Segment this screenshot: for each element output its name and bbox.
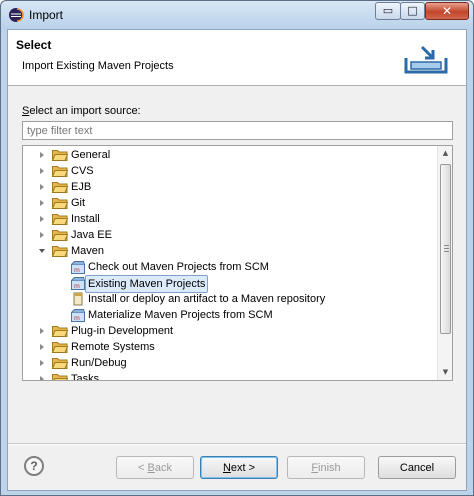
window-title: Import [29,8,64,22]
tree-folder-item[interactable]: CVS [23,163,439,179]
collapsed-arrow-icon[interactable] [40,152,44,158]
folder-icon [52,230,68,241]
page-description: Import Existing Maven Projects [22,60,174,72]
svg-text:m: m [74,315,80,322]
back-button-prefix: < [138,461,148,474]
scroll-down-arrow-icon[interactable]: ▼ [438,365,452,380]
next-button-mnemonic: N [222,461,231,474]
tree-item-label: Install or deploy an artifact to a Maven… [88,293,326,305]
tree-folder-item[interactable]: Maven [23,243,439,259]
back-button-mnemonic: B [147,461,155,474]
svg-text:m: m [74,283,80,290]
svg-text:m: m [74,267,80,274]
tree-folder-item[interactable]: Run/Debug [23,355,439,371]
maven-project-icon: m [71,277,85,290]
tree-folder-item[interactable]: Install [23,211,439,227]
tree-folder-item[interactable]: General [23,147,439,163]
back-button[interactable]: < Back [116,456,194,479]
collapsed-arrow-icon[interactable] [40,200,44,206]
page-title: Select [16,38,52,52]
finish-button-label: inish [318,461,341,474]
cancel-button[interactable]: Cancel [378,456,456,479]
import-source-tree[interactable]: Tasks Run/Debug Remote Systems Plug-in Deve… [22,145,453,381]
collapsed-arrow-icon[interactable] [40,344,44,350]
scroll-grip-icon [444,245,449,252]
collapsed-arrow-icon[interactable] [40,376,44,380]
tree-item-label: Git [71,197,86,209]
folder-icon [52,182,68,193]
tree-folder-item[interactable]: Git [23,195,439,211]
tree-item-label: Existing Maven Projects [85,275,209,293]
collapsed-arrow-icon[interactable] [40,360,44,366]
help-icon[interactable]: ? [24,456,44,476]
close-button[interactable]: ✕ [425,2,469,20]
collapsed-arrow-icon[interactable] [40,184,44,190]
tree-folder-item[interactable]: Java EE [23,227,439,243]
tree-item-label: Check out Maven Projects from SCM [88,261,269,273]
tree-folder-item[interactable]: Plug-in Development [23,323,439,339]
collapsed-arrow-icon[interactable] [40,168,44,174]
scroll-up-arrow-icon[interactable]: ▲ [438,146,452,161]
folder-icon [52,150,68,161]
tree-item-label: Maven [71,245,105,257]
tree-item-label: Tasks [71,373,100,381]
tree-wizard-item[interactable]: m Check out Maven Projects from SCM [23,259,439,275]
tree-item-label: Materialize Maven Projects from SCM [88,309,273,321]
tree-wizard-item[interactable]: m Materialize Maven Projects from SCM [23,307,439,323]
folder-icon [52,246,68,257]
tree-vertical-scrollbar[interactable]: ▲ ▼ [437,146,452,380]
tree-item-label: Run/Debug [71,357,127,369]
title-bar[interactable]: Import ▭ □ ✕ [1,1,473,29]
folder-icon [52,166,68,177]
maven-project-icon: m [71,261,85,274]
finish-button[interactable]: Finish [287,456,365,479]
import-wizard-icon [404,45,448,74]
folder-icon [52,358,68,369]
import-dialog-window: Import ▭ □ ✕ Select Import Existing Mave… [0,0,474,496]
jar-artifact-icon [73,292,83,306]
tree-item-label: EJB [71,181,92,193]
minimize-button[interactable]: ▭ [375,2,401,20]
next-button[interactable]: Next > [200,456,278,479]
tree-folder-item[interactable]: Remote Systems [23,339,439,355]
import-source-label: Select an import source: [22,105,141,117]
folder-icon [52,374,68,380]
wizard-header: Select Import Existing Maven Projects [8,30,466,86]
tree-item-label: Install [71,213,100,225]
collapsed-arrow-icon[interactable] [40,328,44,334]
import-source-label-text: elect an import source: [29,105,141,117]
tree-item-label: CVS [71,165,94,177]
tree-folder-item[interactable]: EJB [23,179,439,195]
folder-icon [52,326,68,337]
folder-icon [52,198,68,209]
tree-item-label: General [71,149,111,161]
tree-item-label: Java EE [71,229,112,241]
tree-item-label: Remote Systems [71,341,155,353]
footer-separator [8,443,466,445]
maven-project-icon: m [71,309,85,322]
tree-item-label: Plug-in Development [71,325,174,337]
dialog-client-area: Select Import Existing Maven Projects Se… [7,29,467,491]
tree-folder-item[interactable]: Tasks [23,371,439,381]
expanded-arrow-icon[interactable] [39,249,45,253]
filter-input[interactable] [22,121,453,140]
collapsed-arrow-icon[interactable] [40,216,44,222]
tree-wizard-item[interactable]: Install or deploy an artifact to a Maven… [23,291,439,307]
back-button-label: ack [154,461,172,474]
maximize-button[interactable]: □ [400,2,425,20]
eclipse-app-icon [9,8,24,22]
tree-wizard-item[interactable]: m Existing Maven Projects [23,275,439,293]
scroll-thumb[interactable] [440,164,451,334]
next-button-label: ext > [230,461,256,474]
folder-icon [52,214,68,225]
collapsed-arrow-icon[interactable] [40,232,44,238]
folder-icon [52,342,68,353]
